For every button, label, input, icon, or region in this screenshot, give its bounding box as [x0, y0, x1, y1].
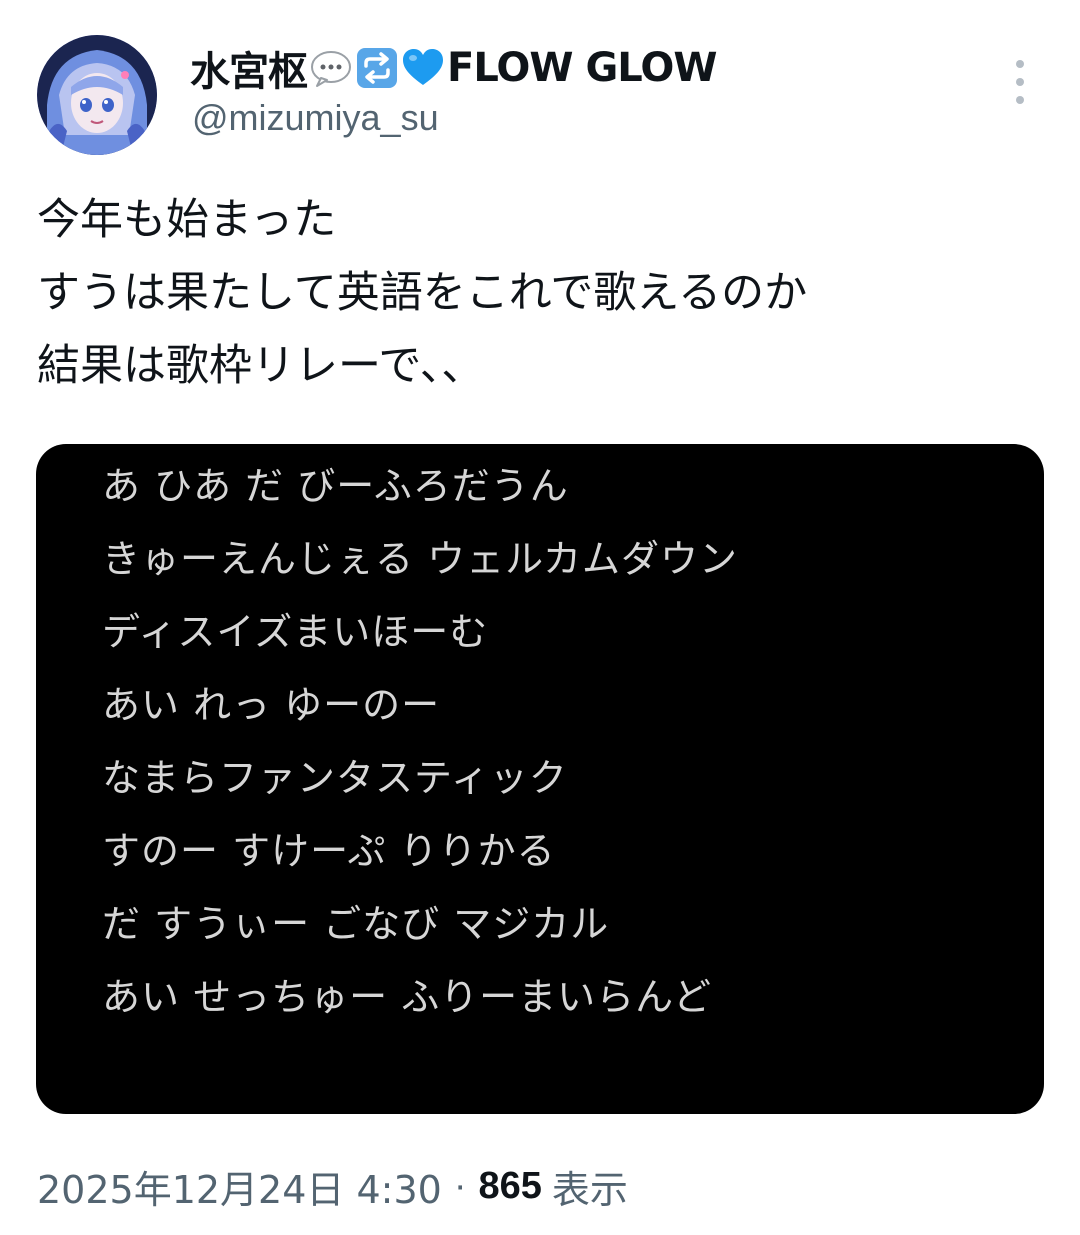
author-handle[interactable]: @mizumiya_su — [192, 97, 439, 139]
views-count[interactable]: 865 — [478, 1165, 541, 1208]
tweet-line: 結果は歌枠リレーで、、 — [37, 341, 485, 391]
meta-separator: · — [453, 1164, 467, 1207]
tweet-media-image[interactable]: あ ひあ だ びーふろだうん きゅーえんじぇる ウェルカムダウン ディスイズまい… — [36, 444, 1044, 1114]
lyrics-line: だ すうぃー ごなび マジカル — [102, 902, 610, 946]
lyrics-line: あい せっちゅー ふりーまいらんど — [102, 975, 713, 1019]
views-label[interactable]: 表示 — [552, 1159, 628, 1214]
tweet-meta: 2025年12月24日 4:30 · 865 表示 — [37, 1158, 628, 1214]
tweet-line: すうは果たして英語をこれで歌えるのか — [37, 268, 808, 318]
more-dot — [1016, 60, 1024, 68]
anime-avatar-icon — [37, 35, 157, 155]
speech-bubble-emoji-icon — [309, 46, 353, 90]
lyrics-line: きゅーえんじぇる ウェルカムダウン — [102, 537, 738, 581]
lyrics-text: あ ひあ だ びーふろだうん きゅーえんじぇる ウェルカムダウン ディスイズまい… — [102, 450, 738, 1034]
more-dot — [1016, 96, 1024, 104]
lyrics-line: あい れっ ゆーのー — [102, 683, 441, 727]
tweet-text: 今年も始まった すうは果たして英語をこれで歌えるのか 結果は歌枠リレーで、、 — [37, 184, 1047, 403]
author-avatar[interactable] — [37, 35, 157, 155]
lyrics-line: ディスイズまいほーむ — [102, 610, 489, 654]
lyrics-line: なまらファンタスティック — [102, 756, 568, 800]
author-display-name[interactable]: 水宮枢 FLOW GLOW — [190, 40, 717, 96]
blue-heart-emoji-icon — [401, 46, 445, 90]
lyrics-line: あ ひあ だ びーふろだうん — [102, 464, 569, 508]
lyrics-line: すのー すけーぷ りりかる — [102, 829, 556, 873]
repeat-arrows-emoji-icon — [355, 46, 399, 90]
tweet-line: 今年も始まった — [37, 195, 337, 245]
more-dot — [1016, 78, 1024, 86]
display-name-suffix: FLOW GLOW — [447, 45, 717, 91]
more-vertical-icon[interactable] — [1003, 60, 1037, 104]
display-name-text: 水宮枢 — [190, 49, 308, 95]
tweet-timestamp[interactable]: 2025年12月24日 4:30 — [37, 1159, 442, 1214]
